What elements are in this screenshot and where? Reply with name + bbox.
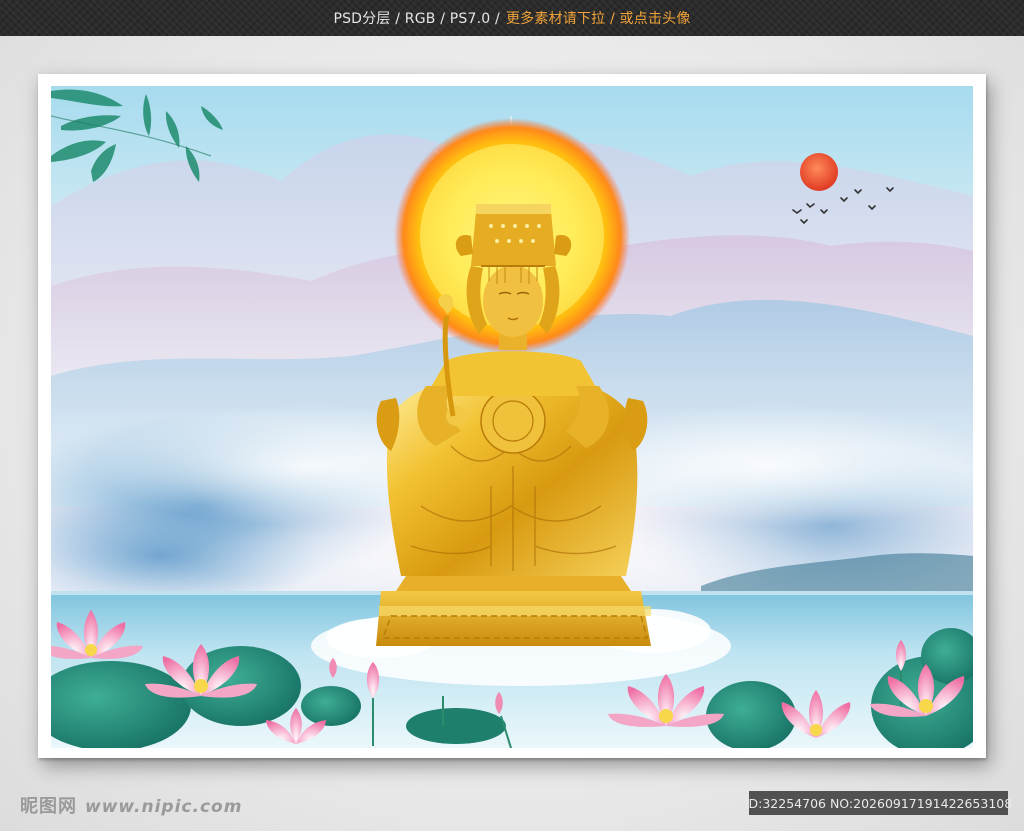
logo-icon: 昵图网 bbox=[20, 796, 77, 817]
artwork-illustration bbox=[51, 86, 973, 748]
site-logo[interactable]: 昵图网 www.nipic.com bbox=[20, 792, 242, 818]
site-url: www.nipic.com bbox=[85, 797, 243, 817]
artwork bbox=[51, 86, 973, 748]
image-id-label: ID:32254706 NO:20260917191422653108 bbox=[745, 791, 1012, 815]
top-banner: PSD分层 / RGB / PS7.0 / 更多素材请下拉 / 或点击头像 bbox=[0, 0, 1024, 36]
picture-frame bbox=[38, 74, 986, 758]
format-info: PSD分层 / RGB / PS7.0 / bbox=[333, 11, 500, 27]
promo-link[interactable]: 更多素材请下拉 / 或点击头像 bbox=[506, 8, 691, 28]
